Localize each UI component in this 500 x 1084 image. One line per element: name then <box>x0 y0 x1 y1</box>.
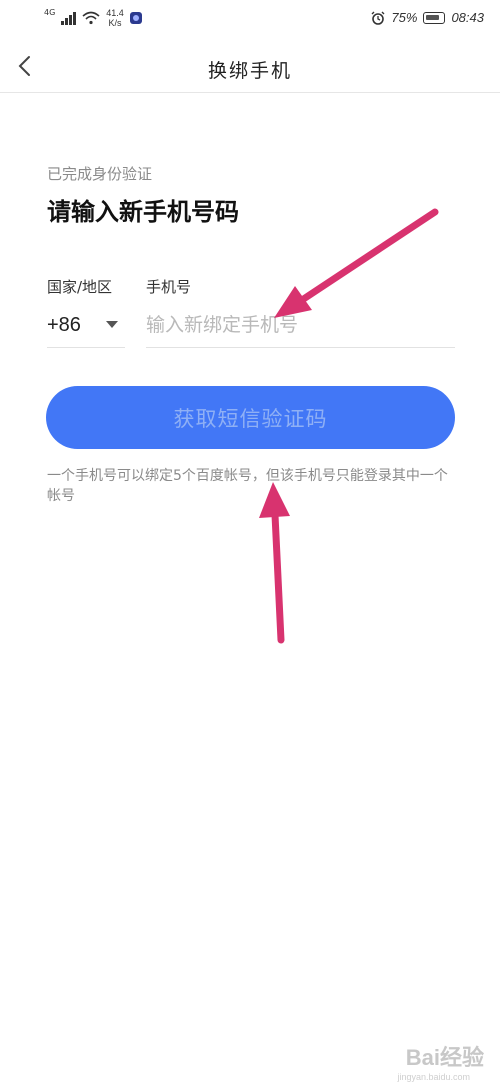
get-sms-code-button[interactable]: 获取短信验证码 <box>46 386 455 449</box>
binding-note: 一个手机号可以绑定5个百度帐号，但该手机号只能登录其中一个帐号 <box>47 468 448 504</box>
speed-unit: K/s <box>108 18 122 28</box>
country-label: 国家/地区 <box>47 278 113 296</box>
status-right: 75% 08:43 <box>371 10 484 25</box>
wifi-icon <box>82 11 100 25</box>
country-code-select[interactable]: +86 <box>47 303 125 348</box>
baidu-jingyan-watermark: Bai经验 <box>405 1045 484 1070</box>
alarm-icon <box>371 11 385 25</box>
verified-status-text: 已完成身份验证 <box>47 165 153 183</box>
phone-number-input[interactable] <box>146 303 455 348</box>
battery-icon <box>423 11 446 24</box>
nav-bar: 换绑手机 <box>0 40 500 93</box>
country-code-value: +86 <box>47 313 81 336</box>
app-notification-icon <box>129 12 142 24</box>
speed-value: 41.4 <box>106 8 124 18</box>
watermark-url: jingyan.baidu.com <box>397 1072 470 1082</box>
phone-label: 手机号 <box>146 278 192 296</box>
status-left: 4G 41.4 K/s <box>44 8 142 28</box>
caret-down-icon <box>106 321 118 328</box>
page-title: 换绑手机 <box>207 60 292 82</box>
signal-icon <box>61 11 77 25</box>
status-bar: 4G 41.4 K/s 75% 08:43 <box>0 0 500 40</box>
network-type: 4G <box>44 7 56 17</box>
network-speed: 41.4 K/s <box>106 8 124 28</box>
form-heading: 请输入新手机号码 <box>47 198 239 226</box>
battery-percent: 75% <box>391 10 418 25</box>
clock: 08:43 <box>451 10 484 25</box>
